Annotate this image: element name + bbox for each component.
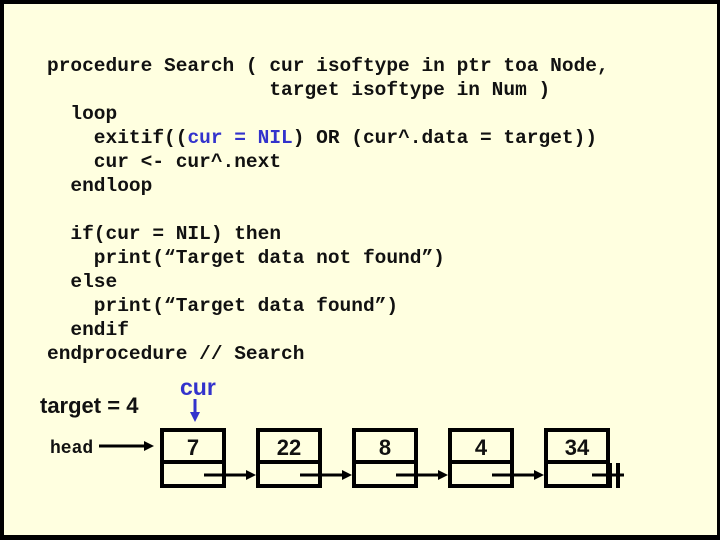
node-value: 22 <box>277 435 301 460</box>
head-arrow-head <box>144 441 154 451</box>
cur-arrow-head <box>190 412 200 422</box>
next-pointer-head <box>342 470 352 480</box>
next-pointer-head <box>246 470 256 480</box>
node-value: 34 <box>565 435 590 460</box>
next-pointer-head <box>534 470 544 480</box>
node-value: 4 <box>475 435 488 460</box>
node-value: 8 <box>379 435 391 460</box>
next-pointer-head <box>438 470 448 480</box>
node-value: 7 <box>187 435 199 460</box>
linked-list-diagram: 7 22 8 4 34 <box>99 399 624 488</box>
